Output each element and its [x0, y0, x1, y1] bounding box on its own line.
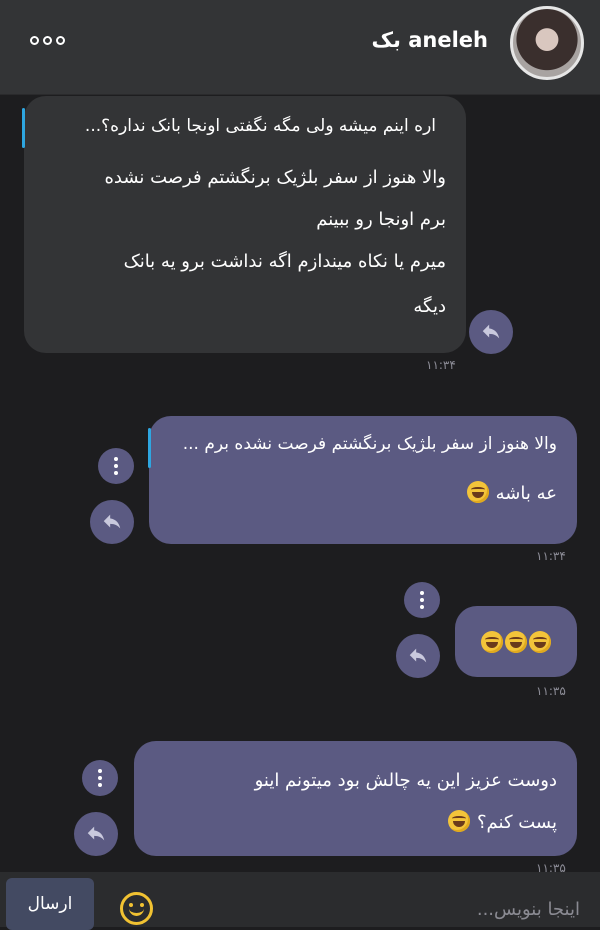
smile-sweat-emoji-icon — [466, 481, 489, 503]
message-bubble-outgoing[interactable]: دوست عزیز این یه چالش بود میتونم اینو پس… — [134, 741, 577, 856]
quoted-message[interactable]: اره اینم میشه ولی مگه نگفتی اونجا بانک ن… — [44, 112, 446, 141]
message-line: دیگه — [413, 296, 446, 317]
reply-button[interactable] — [74, 812, 118, 856]
rofl-emoji-icon — [529, 630, 551, 653]
rofl-emoji-icon — [505, 630, 527, 653]
message-bubble-outgoing[interactable]: والا هنوز از سفر بلژیک برنگشتم فرصت نشده… — [149, 416, 577, 544]
reply-icon — [482, 324, 500, 339]
message-composer: ارسال — [0, 872, 600, 930]
message-bubble-outgoing[interactable] — [455, 606, 577, 677]
reply-icon — [87, 826, 105, 841]
message-line: میرم یا نکاه میندازم اگه نداشت برو یه با… — [123, 251, 446, 272]
rofl-emoji-icon — [448, 810, 471, 832]
message-line: والا هنوز از سفر بلژیک برنگشتم فرصت نشده — [104, 167, 446, 188]
message-time: ۱۱:۳۵ — [536, 684, 566, 698]
quoted-message[interactable]: والا هنوز از سفر بلژیک برنگشتم فرصت نشده… — [169, 430, 557, 459]
message-line: پست کنم؟ — [154, 803, 557, 843]
reply-icon — [103, 514, 121, 529]
reply-button[interactable] — [469, 310, 513, 354]
message-line: دوست عزیز این یه چالش بود میتونم اینو — [254, 770, 557, 791]
reply-button[interactable] — [396, 634, 440, 678]
message-input[interactable] — [278, 898, 582, 921]
message-time: ۱۱:۳۴ — [536, 549, 566, 563]
reply-button[interactable] — [90, 500, 134, 544]
contact-name[interactable]: aneleh بک — [372, 28, 488, 52]
quote-bar-indicator — [22, 108, 25, 148]
smiley-icon[interactable] — [120, 892, 153, 925]
send-button[interactable]: ارسال — [6, 878, 94, 930]
reply-icon — [409, 648, 427, 663]
message-bubble-incoming[interactable]: اره اینم میشه ولی مگه نگفتی اونجا بانک ن… — [24, 96, 466, 353]
message-time: ۱۱:۳۴ — [426, 358, 456, 372]
message-more-button[interactable] — [98, 448, 134, 484]
rofl-emoji-icon — [481, 630, 503, 653]
chat-header: aneleh بک — [0, 0, 600, 95]
quote-bar-indicator — [148, 428, 151, 468]
message-more-button[interactable] — [404, 582, 440, 618]
message-more-button[interactable] — [82, 760, 118, 796]
avatar[interactable] — [510, 6, 584, 80]
message-line: عه باشه — [169, 479, 557, 508]
more-options-icon[interactable] — [30, 36, 65, 46]
message-line: برم اونجا رو ببینم — [316, 209, 446, 230]
